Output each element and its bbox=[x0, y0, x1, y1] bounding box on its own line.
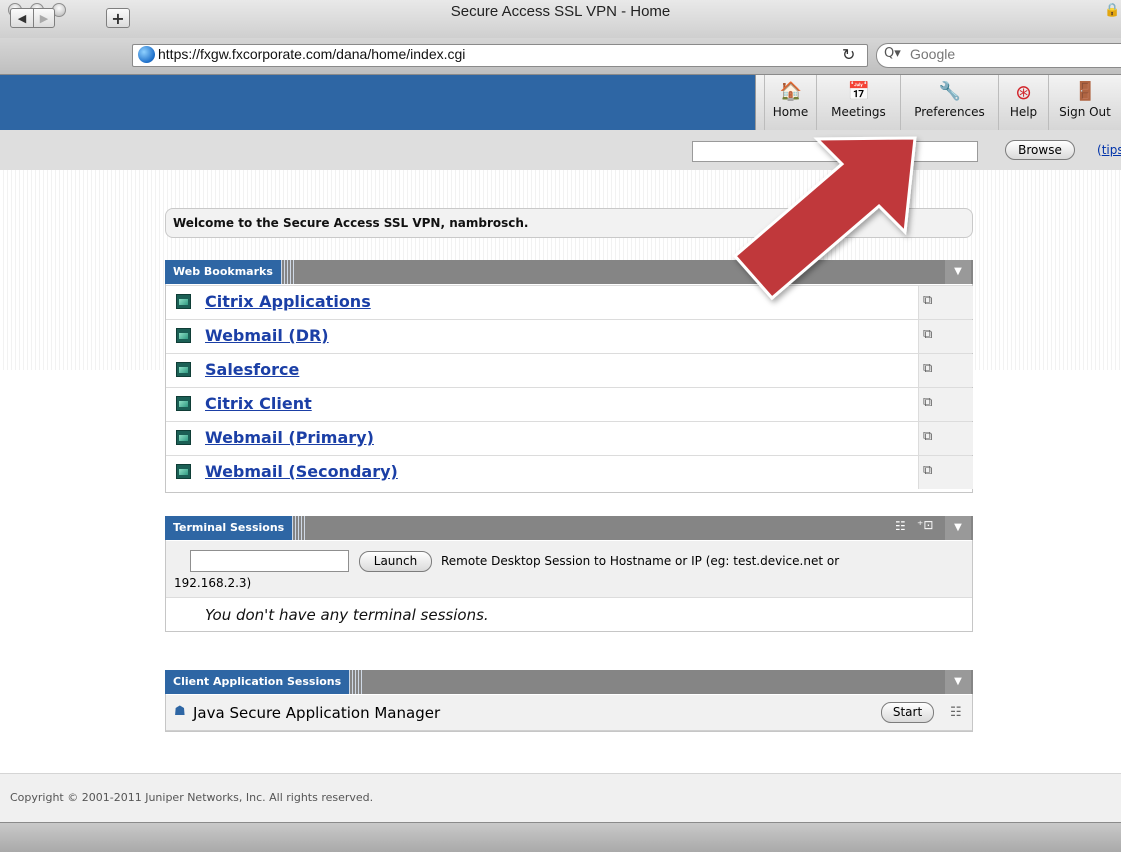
tips-link[interactable]: (tips) bbox=[1097, 143, 1121, 157]
nav-preferences-label: Preferences bbox=[914, 105, 985, 119]
new-window-icon[interactable]: ⧉ bbox=[923, 429, 932, 444]
wrench-icon: 🔧 bbox=[938, 81, 961, 102]
nav-preferences[interactable]: 🔧 Preferences bbox=[900, 75, 998, 130]
nav-home-label: Home bbox=[772, 105, 809, 119]
bookmark-row: Webmail (DR) ⧉ bbox=[166, 319, 973, 353]
lifebuoy-icon: ⊛ bbox=[1015, 80, 1032, 104]
nav-sign-out[interactable]: 🚪 Sign Out bbox=[1048, 75, 1121, 130]
bookmark-row: Citrix Client ⧉ bbox=[166, 387, 973, 421]
list-icon[interactable]: ☷ bbox=[950, 705, 962, 720]
client-apps-header: Client Application Sessions ▼ bbox=[165, 670, 973, 694]
bookmark-icon bbox=[176, 328, 191, 343]
search-icon[interactable]: Q▾ bbox=[884, 46, 901, 61]
add-bookmark-button[interactable]: + bbox=[106, 8, 130, 28]
new-window-icon[interactable]: ⧉ bbox=[923, 395, 932, 410]
nav-meetings[interactable]: 📅 Meetings bbox=[816, 75, 900, 130]
bookmark-icon bbox=[176, 464, 191, 479]
bookmark-link[interactable]: Webmail (Primary) bbox=[205, 428, 374, 447]
bookmark-link[interactable]: Webmail (DR) bbox=[205, 326, 329, 345]
plus-icon: + bbox=[111, 8, 125, 28]
browser-statusbar bbox=[0, 822, 1121, 852]
browse-url-input[interactable] bbox=[692, 141, 978, 162]
nav-help[interactable]: ⊛ Help bbox=[998, 75, 1048, 130]
chevron-down-icon[interactable]: ▼ bbox=[945, 670, 971, 694]
list-icon[interactable]: ☷ bbox=[895, 519, 906, 533]
bookmark-icon bbox=[176, 396, 191, 411]
bookmark-icon bbox=[176, 362, 191, 377]
launch-description: Remote Desktop Session to Hostname or IP… bbox=[441, 554, 840, 568]
forward-icon: ▶ bbox=[39, 11, 49, 25]
web-bookmarks-title: Web Bookmarks bbox=[165, 260, 281, 284]
grip-icon bbox=[349, 670, 364, 694]
back-icon: ◀ bbox=[17, 11, 27, 25]
new-window-icon[interactable]: ⧉ bbox=[923, 361, 932, 376]
back-button[interactable]: ◀ bbox=[10, 8, 34, 28]
chevron-down-icon[interactable]: ▼ bbox=[945, 260, 971, 284]
url-text[interactable]: https://fxgw.fxcorporate.com/dana/home/i… bbox=[158, 46, 465, 62]
bookmark-icon bbox=[176, 430, 191, 445]
browse-button[interactable]: Browse bbox=[1005, 140, 1075, 160]
nav-sign-out-label: Sign Out bbox=[1059, 105, 1111, 119]
door-icon: 🚪 bbox=[1074, 81, 1097, 102]
grip-icon bbox=[292, 516, 307, 540]
bookmark-link[interactable]: Webmail (Secondary) bbox=[205, 462, 398, 481]
forward-button[interactable]: ▶ bbox=[33, 8, 55, 28]
new-window-icon[interactable]: ⧉ bbox=[923, 327, 932, 342]
window-title: Secure Access SSL VPN - Home bbox=[450, 3, 671, 20]
bookmark-link[interactable]: Citrix Applications bbox=[205, 292, 371, 311]
copyright-text: Copyright © 2001-2011 Juniper Networks, … bbox=[10, 791, 374, 804]
bookmark-row: Salesforce ⧉ bbox=[166, 353, 973, 387]
bookmark-row: Citrix Applications ⧉ bbox=[166, 285, 973, 319]
calendar-icon: 📅 bbox=[847, 81, 870, 102]
start-button[interactable]: Start bbox=[881, 702, 934, 723]
launch-button[interactable]: Launch bbox=[359, 551, 432, 572]
lock-icon: 🔒 bbox=[1104, 3, 1121, 18]
terminal-sessions-header: Terminal Sessions ☷ ⁺⊡ ▼ bbox=[165, 516, 973, 540]
jsam-label: Java Secure Application Manager bbox=[193, 704, 441, 722]
bookmark-row: Webmail (Secondary) ⧉ bbox=[166, 455, 973, 489]
tips-link-label: tips bbox=[1101, 143, 1121, 157]
home-icon: 🏠 bbox=[779, 81, 802, 102]
empty-sessions-message: You don't have any terminal sessions. bbox=[205, 606, 489, 624]
reload-icon[interactable]: ↻ bbox=[842, 45, 855, 64]
nav-help-label: Help bbox=[1009, 105, 1038, 119]
launch-description-cont: 192.168.2.3) bbox=[174, 576, 252, 590]
terminal-sessions-title: Terminal Sessions bbox=[165, 516, 293, 540]
new-window-icon[interactable]: ⧉ bbox=[923, 463, 932, 478]
bookmark-link[interactable]: Salesforce bbox=[205, 360, 299, 379]
chevron-down-icon[interactable]: ▼ bbox=[945, 516, 971, 540]
welcome-message: Welcome to the Secure Access SSL VPN, na… bbox=[173, 216, 529, 230]
add-session-icon[interactable]: ⁺⊡ bbox=[917, 518, 933, 532]
bookmark-link[interactable]: Citrix Client bbox=[205, 394, 312, 413]
new-window-icon[interactable]: ⧉ bbox=[923, 293, 932, 308]
network-icon: ☗ bbox=[174, 704, 186, 719]
grip-icon bbox=[280, 260, 295, 284]
globe-icon bbox=[138, 46, 155, 63]
bookmark-row: Webmail (Primary) ⧉ bbox=[166, 421, 973, 455]
client-apps-title: Client Application Sessions bbox=[165, 670, 350, 694]
web-bookmarks-header: Web Bookmarks ▼ bbox=[165, 260, 973, 284]
nav-home[interactable]: 🏠 Home bbox=[764, 75, 816, 130]
nav-meetings-label: Meetings bbox=[831, 105, 886, 119]
bookmark-icon bbox=[176, 294, 191, 309]
hostname-input[interactable] bbox=[190, 550, 349, 572]
search-placeholder: Google bbox=[910, 46, 956, 62]
